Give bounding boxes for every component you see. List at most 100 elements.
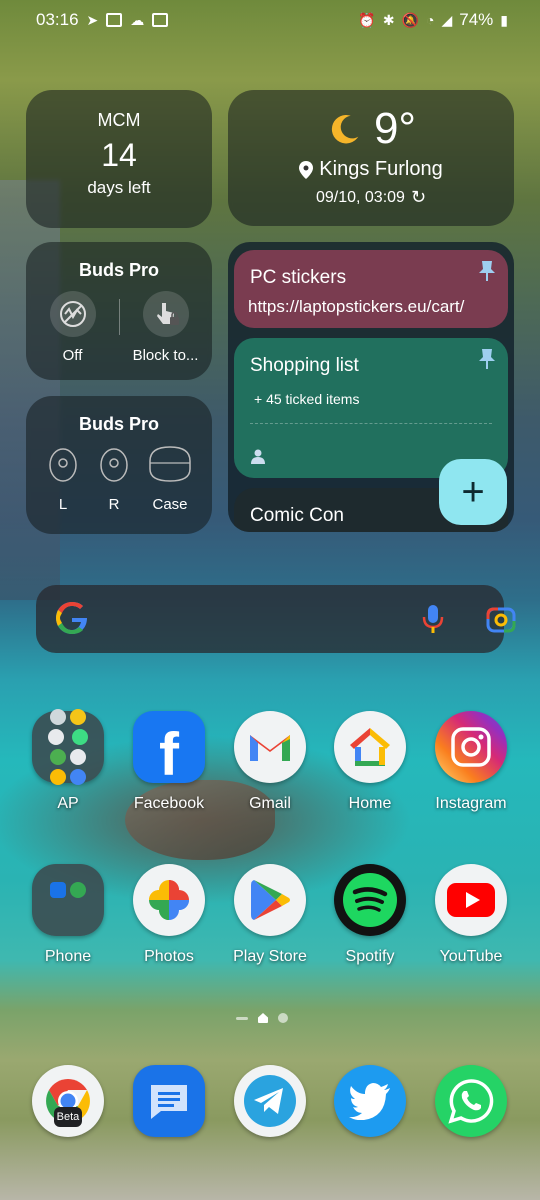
- app-label: Facebook: [133, 795, 205, 812]
- telegram-icon: [234, 1065, 306, 1137]
- buds-battery-title: Buds Pro: [78, 414, 159, 434]
- whatsapp-icon: [435, 1065, 507, 1137]
- google-search-bar[interactable]: [36, 585, 516, 653]
- play-store-icon: [234, 864, 306, 936]
- refresh-icon[interactable]: ↻: [411, 187, 426, 208]
- pin-icon[interactable]: [478, 260, 496, 282]
- app-label: Phone: [44, 948, 92, 965]
- messages-icon: [133, 1065, 205, 1137]
- countdown-title: MCM: [97, 110, 141, 130]
- facebook-icon: f: [133, 711, 205, 788]
- dock-telegram[interactable]: [220, 1065, 320, 1137]
- app-facebook[interactable]: f Facebook: [119, 711, 219, 813]
- folder-icon: [32, 864, 104, 936]
- wifi-icon: ◔: [426, 12, 435, 28]
- google-lens-icon[interactable]: [486, 605, 516, 633]
- google-home-icon: [334, 711, 406, 783]
- mute-icon: 🔕: [401, 12, 419, 28]
- weather-temperature: 9°: [373, 104, 417, 153]
- app-spotify[interactable]: Spotify: [320, 864, 420, 966]
- page-indicator-dash: [236, 1016, 248, 1020]
- left-bud-label: L: [58, 496, 68, 513]
- chrome-beta-badge: Beta: [54, 1107, 82, 1127]
- countdown-number: 14: [101, 137, 137, 173]
- microphone-icon[interactable]: [422, 604, 444, 634]
- google-photos-icon: [133, 864, 205, 936]
- status-bar: 03:16 ➤ ☁ ⏰ ✱ 🔕 ◔ ◢ 74% ▮: [0, 10, 540, 36]
- youtube-icon: [435, 864, 507, 936]
- add-note-button[interactable]: +: [439, 459, 507, 525]
- status-time: 03:16: [36, 10, 79, 29]
- dock-twitter[interactable]: [320, 1065, 420, 1137]
- note-card[interactable]: PC stickers https://laptopstickers.eu/ca…: [234, 250, 508, 328]
- case-label: Case: [152, 496, 188, 513]
- app-label: Play Store: [233, 948, 307, 965]
- twitter-icon: [334, 1065, 406, 1137]
- left-bud: L: [40, 443, 86, 513]
- page-indicator[interactable]: [236, 1013, 288, 1023]
- pin-icon[interactable]: [478, 348, 496, 370]
- note-divider: [250, 423, 492, 424]
- google-logo-icon: [56, 602, 87, 634]
- case: Case: [142, 443, 198, 513]
- note-body: https://laptopstickers.eu/cart/: [248, 297, 465, 316]
- weather-widget[interactable]: 9° Kings Furlong 09/10, 03:09 ↻: [228, 90, 514, 226]
- dock-chrome-beta[interactable]: Beta: [18, 1065, 118, 1137]
- bluetooth-icon: ✱: [382, 12, 395, 28]
- right-earbud-icon: [100, 448, 128, 482]
- dock-whatsapp[interactable]: [421, 1065, 521, 1137]
- app-label: Photos: [144, 948, 194, 965]
- buds-controls-widget: Buds Pro Off Block to...: [26, 242, 212, 380]
- app-label: Gmail: [249, 795, 291, 812]
- moon-icon: [331, 114, 359, 144]
- spotify-icon: [334, 864, 406, 936]
- app-notification-icon: [106, 13, 123, 27]
- app-label: AP: [57, 795, 79, 812]
- app-play-store[interactable]: Play Store: [220, 864, 320, 966]
- instagram-icon: [435, 711, 507, 783]
- folder-icon: [32, 709, 104, 785]
- battery-percent: 74%: [459, 10, 494, 29]
- right-bud-label: R: [108, 496, 120, 513]
- dock-messages[interactable]: [119, 1065, 219, 1137]
- note-card[interactable]: Shopping list + 45 ticked items: [234, 338, 508, 478]
- app-folder-ap[interactable]: AP: [18, 709, 118, 813]
- app-label: Home: [348, 795, 392, 812]
- app-google-photos[interactable]: Photos: [119, 864, 219, 966]
- weather-updated-time: 09/10, 03:09: [315, 188, 405, 206]
- weather-location: Kings Furlong: [319, 158, 443, 180]
- gmail-icon: [234, 711, 306, 783]
- note-title: PC stickers: [250, 267, 347, 288]
- app-youtube[interactable]: YouTube: [421, 864, 521, 966]
- buds-battery-widget: Buds Pro L R Case: [26, 396, 212, 534]
- battery-icon: ▮: [500, 12, 508, 28]
- app-label: Spotify: [345, 948, 395, 965]
- right-bud: R: [91, 443, 137, 513]
- app-instagram[interactable]: Instagram: [421, 711, 521, 813]
- noise-off-label: Off: [62, 347, 83, 364]
- divider: [119, 299, 120, 335]
- gallery-notification-icon: [152, 13, 169, 27]
- app-folder-phone[interactable]: Phone: [18, 864, 118, 966]
- note-ticked-count: + 45 ticked items: [254, 391, 360, 407]
- app-label: Instagram: [435, 795, 507, 812]
- noise-off-icon: [59, 301, 86, 327]
- block-touches-button[interactable]: Block to...: [121, 291, 211, 364]
- touch-lock-icon: [156, 303, 179, 325]
- app-gmail[interactable]: Gmail: [220, 711, 320, 813]
- app-label: YouTube: [439, 948, 503, 965]
- block-touches-label: Block to...: [132, 347, 199, 364]
- home-page-indicator-icon: [258, 1013, 268, 1023]
- signal-icon: ◢: [441, 12, 453, 28]
- noise-control-off-button[interactable]: Off: [28, 291, 118, 364]
- telegram-notification-icon: ➤: [86, 12, 99, 28]
- location-pin-icon: [299, 160, 314, 179]
- earbud-case-icon: [149, 446, 191, 482]
- app-google-home[interactable]: Home: [320, 711, 420, 813]
- left-earbud-icon: [49, 448, 77, 482]
- countdown-widget[interactable]: MCM 14 days left: [26, 90, 212, 228]
- alarm-icon: ⏰: [358, 12, 376, 28]
- buds-controls-title: Buds Pro: [78, 260, 159, 280]
- cloud-notification-icon: ☁: [130, 12, 145, 28]
- page-indicator-dot: [278, 1013, 288, 1023]
